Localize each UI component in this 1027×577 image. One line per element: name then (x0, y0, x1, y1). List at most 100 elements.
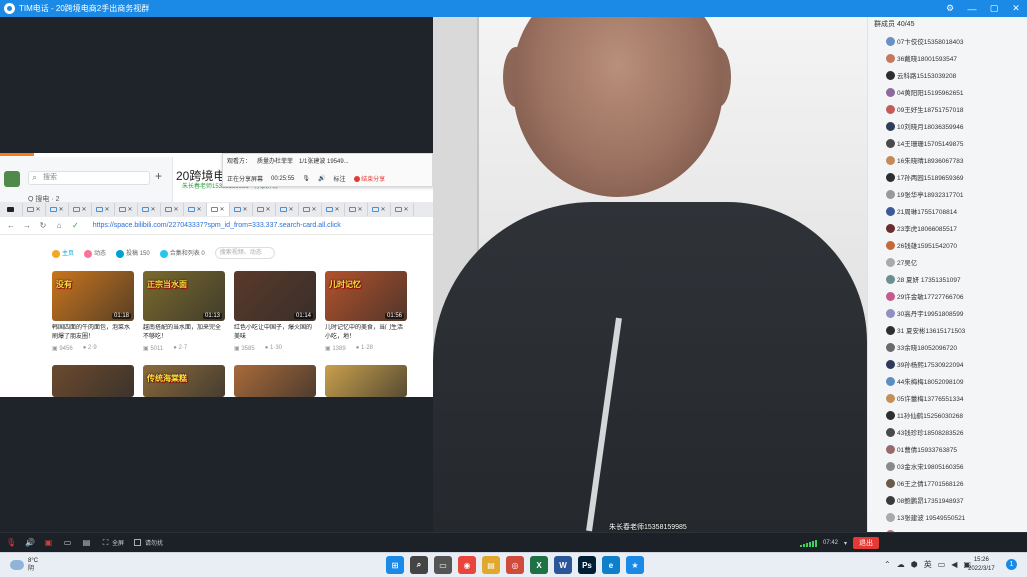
tab-close-icon[interactable]: ✕ (357, 206, 362, 213)
home-icon[interactable]: ⌂ (54, 221, 64, 230)
tab-close-icon[interactable]: ✕ (380, 206, 385, 213)
browser-tab[interactable]: ✕ (207, 203, 230, 216)
video-card[interactable] (325, 365, 407, 397)
fullscreen-button[interactable]: ⛶ 全屏 (101, 538, 124, 547)
taskbar-app-icon[interactable]: ◉ (458, 556, 476, 574)
tab-close-icon[interactable]: ✕ (403, 206, 408, 213)
tab-close-icon[interactable]: ✕ (104, 206, 109, 213)
member-item[interactable]: 09王好生18751757018 (886, 103, 964, 115)
member-item[interactable]: 01曹倩15933763875 (886, 443, 957, 455)
video-thumbnail[interactable]: 01:14 (234, 271, 316, 321)
close-button[interactable]: ✕ (1005, 0, 1027, 17)
video-title[interactable]: 韩国四面的牛肉面包，泡菜水刷爆了朋友圈！ (52, 324, 134, 342)
video-thumbnail[interactable] (234, 365, 316, 397)
tim-search-input[interactable]: 搜索 (28, 171, 150, 185)
member-item[interactable]: 14王珊珊15705149875 (886, 137, 964, 149)
browser-tab[interactable]: ✕ (161, 203, 184, 216)
browser-tab[interactable]: ✕ (115, 203, 138, 216)
video-card[interactable]: 没有 01:18 韩国四面的牛肉面包，泡菜水刷爆了朋友圈！ ▣ 9456 ● 2·9 (52, 271, 134, 352)
mute-mic-button[interactable]: 🎙 (6, 538, 16, 547)
taskbar-app-icon[interactable]: ▭ (434, 556, 452, 574)
video-title[interactable]: 红色小吃让中国子，爆火国的美味 (234, 324, 316, 342)
member-item[interactable]: 11孙仙鹤15256030268 (886, 409, 963, 421)
member-item[interactable]: 39孙杨熙17530922094 (886, 358, 964, 370)
browser-tab[interactable]: ✕ (345, 203, 368, 216)
member-item[interactable]: 13张建波 19549550521 (886, 511, 965, 523)
stop-share-button[interactable]: 结束分享 (353, 174, 385, 183)
url-field[interactable]: https://space.bilibili.com/227043337?spm… (93, 222, 341, 229)
browser-tab[interactable]: ✕ (184, 203, 207, 216)
member-item[interactable]: 16朱晓晴18936067783 (886, 154, 964, 166)
back-icon[interactable]: ← (6, 221, 16, 230)
browser-tab[interactable]: ✕ (299, 203, 322, 216)
browser-tab[interactable]: ✕ (368, 203, 391, 216)
member-item[interactable]: 06王之倩17701568126 (886, 477, 964, 489)
user-avatar[interactable] (4, 171, 20, 187)
browser-tab[interactable]: ✕ (23, 203, 46, 216)
member-item[interactable]: 04黄阳阳15195962651 (886, 86, 964, 98)
tab-close-icon[interactable]: ✕ (150, 206, 155, 213)
leave-button[interactable]: 退出 (853, 537, 880, 549)
browser-tab[interactable]: ✕ (69, 203, 92, 216)
tab-close-icon[interactable]: ✕ (242, 206, 247, 213)
video-title[interactable]: 越南搭配的当水面，加来完全不够吃！ (143, 324, 225, 342)
taskbar-app-icon[interactable]: W (554, 556, 572, 574)
mic-icon[interactable]: 🎙 (302, 175, 310, 182)
browser-tab[interactable]: ✕ (46, 203, 69, 216)
tab-close-icon[interactable]: ✕ (127, 206, 132, 213)
browser-tab[interactable]: ✕ (322, 203, 345, 216)
video-thumbnail[interactable]: 正宗当水面 01:13 (143, 271, 225, 321)
video-card[interactable]: 01:14 红色小吃让中国子，爆火国的美味 ▣ 3585 ● 1·30 (234, 271, 316, 352)
member-item[interactable]: 03金水宋19805160356 (886, 460, 964, 472)
browser-tab[interactable]: ✕ (92, 203, 115, 216)
tab-close-icon[interactable]: ✕ (311, 206, 316, 213)
whiteboard-button[interactable]: ▤ (82, 538, 91, 547)
weather-widget[interactable]: 8°C 阴 (10, 557, 38, 573)
tab-posts[interactable]: 投稿 150 (116, 248, 150, 258)
tab-close-icon[interactable]: ✕ (81, 206, 86, 213)
tab-close-icon[interactable]: ✕ (219, 206, 224, 213)
video-thumbnail[interactable] (325, 365, 407, 397)
video-card[interactable]: 正宗当水面 01:13 越南搭配的当水面，加来完全不够吃！ ▣ 5011 ● 2·7 (143, 271, 225, 352)
video-card[interactable]: 传统海棠糕 (143, 365, 225, 397)
browser-tab[interactable]: ✕ (138, 203, 161, 216)
member-item[interactable]: 43钱珍珍18508283526 (886, 426, 964, 438)
forward-icon[interactable]: → (22, 221, 32, 230)
tray-icon[interactable]: ▭ (938, 560, 946, 569)
video-thumbnail[interactable] (52, 365, 134, 397)
tray-icon[interactable]: ◀ (951, 560, 957, 569)
space-search-input[interactable]: 搜索视频、动态 (214, 247, 275, 259)
taskbar-clock[interactable]: 15:26 2022/3/17 (968, 556, 995, 574)
tab-collections[interactable]: 合集和列表 0 (159, 248, 205, 258)
taskbar-app-icon[interactable]: e (602, 556, 620, 574)
taskbar-app-icon[interactable]: X (530, 556, 548, 574)
member-item[interactable]: 31 夏安彬13615171503 (886, 324, 965, 336)
tray-icon[interactable]: ☁ (897, 560, 905, 569)
video-title[interactable]: 儿时记忆中的美食，当门生活小吃，地！ (325, 324, 407, 342)
taskbar-app-icon[interactable]: ⌕ (410, 556, 428, 574)
taskbar-app-icon[interactable]: ⊞ (386, 556, 404, 574)
tab-home[interactable]: 主页 (52, 248, 74, 258)
share-screen-button[interactable]: ▭ (63, 538, 72, 547)
reload-icon[interactable]: ↻ (38, 221, 48, 230)
member-item[interactable]: 27吴亿 (886, 256, 917, 268)
tab-close-icon[interactable]: ✕ (288, 206, 293, 213)
member-item[interactable]: 30高丹宇19951808599 (886, 307, 964, 319)
video-card[interactable]: 儿时记忆 01:56 儿时记忆中的美食，当门生活小吃，地！ ▣ 1389 ● 1·28 (325, 271, 407, 352)
member-item[interactable]: 29许金敏17727766706 (886, 290, 964, 302)
member-item[interactable]: 17孙两园15189659369 (886, 171, 964, 183)
tab-close-icon[interactable]: ✕ (58, 206, 63, 213)
annotate-button[interactable]: 标注 (333, 174, 345, 183)
tray-icon[interactable]: ⬢ (911, 560, 918, 569)
tab-close-icon[interactable]: ✕ (196, 206, 201, 213)
no-disturb-toggle[interactable]: 请勿扰 (134, 538, 163, 547)
member-item[interactable]: 44朱梅梅18052098109 (886, 375, 964, 387)
speaker-video[interactable]: 朱长春老师15358159985 (433, 17, 867, 532)
tab-close-icon[interactable]: ✕ (334, 206, 339, 213)
tab-dynamic[interactable]: 动态 (84, 248, 106, 258)
browser-tab[interactable]: ✕ (391, 203, 414, 216)
more-icon[interactable]: ▾ (844, 540, 847, 547)
browser-tab[interactable]: ✕ (230, 203, 253, 216)
screen-share-view[interactable]: 搜索 + Q 搜电 · 2 20跨境电商 朱长春老师15358159985 · … (0, 153, 433, 397)
member-item[interactable]: 08鲍鹏昂17351948937 (886, 494, 964, 506)
